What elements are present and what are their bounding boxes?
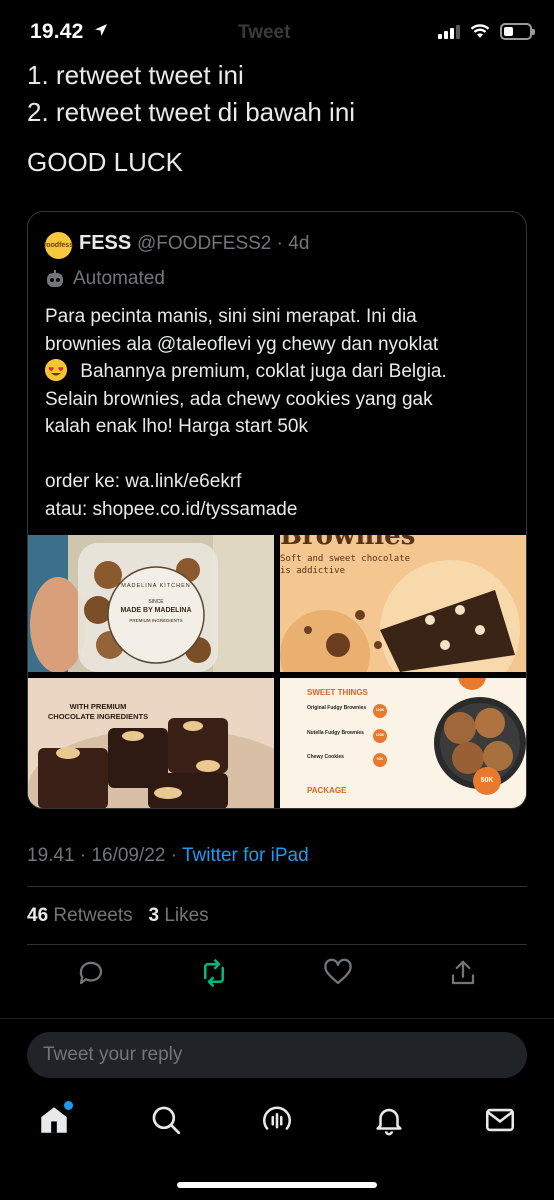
tab-messages[interactable] bbox=[483, 1103, 517, 1137]
likes-count: 3 bbox=[148, 905, 160, 926]
nav-title: Tweet bbox=[238, 22, 291, 43]
notification-dot bbox=[64, 1101, 73, 1110]
tweet-text-line-1: 1. retweet tweet ini bbox=[27, 60, 244, 90]
bottom-tab-bar bbox=[0, 1085, 554, 1155]
like-icon[interactable] bbox=[323, 958, 353, 988]
tweet-timestamp: 19.41 · 16/09/22 · Twitter for iPad bbox=[27, 845, 309, 867]
retweets-label: Retweets bbox=[53, 905, 133, 926]
avatar-logo-text: foodfess bbox=[43, 242, 74, 249]
media-image-brownies-poster[interactable]: Brownies Soft and sweet chocolate is add… bbox=[280, 535, 526, 672]
source-link[interactable]: Twitter for iPad bbox=[182, 845, 309, 866]
tab-spaces[interactable] bbox=[260, 1103, 294, 1137]
location-arrow-icon bbox=[94, 24, 107, 36]
brownies-plate-illustration bbox=[28, 678, 274, 808]
menu-price-badge: 50K bbox=[480, 777, 494, 784]
likes-stat[interactable]: 3 Likes bbox=[148, 905, 208, 926]
menu-item-price: 100K bbox=[375, 733, 385, 737]
tweet-text-line-3: GOOD LUCK bbox=[27, 147, 184, 177]
divider bbox=[27, 886, 527, 887]
body-line: Para pecinta manis, sini sini merapat. I… bbox=[45, 306, 417, 327]
retweet-icon[interactable] bbox=[199, 958, 229, 988]
body-line-link[interactable]: order ke: wa.link/e6ekrf bbox=[45, 468, 515, 496]
automated-text: Automated bbox=[73, 268, 165, 289]
media-image-menu[interactable]: SWEET THINGS Original Fudgy Brownies 100… bbox=[280, 678, 526, 808]
tweet-actions bbox=[0, 958, 554, 994]
status-time: 19.42 bbox=[30, 20, 108, 44]
body-line: Bahannya premium, coklat juga dari Belgi… bbox=[80, 361, 447, 382]
retweets-stat[interactable]: 46 Retweets bbox=[27, 905, 133, 926]
menu-section: PACKAGE bbox=[307, 786, 347, 795]
wifi-icon bbox=[470, 24, 490, 38]
poster-subtitle: Soft and sweet chocolate is addictive bbox=[280, 554, 411, 576]
heart-eyes-emoji-icon bbox=[45, 359, 67, 381]
search-icon bbox=[152, 1106, 181, 1135]
menu-item-name: Original Fudgy Brownies bbox=[307, 705, 367, 711]
quoted-tweet-body: Para pecinta manis, sini sini merapat. I… bbox=[45, 303, 515, 523]
tab-notifications[interactable] bbox=[372, 1103, 406, 1137]
body-line: brownies ala @taleoflevi yg chewy dan ny… bbox=[45, 333, 439, 355]
time-text: 19.42 bbox=[30, 20, 84, 43]
battery-icon bbox=[500, 23, 535, 40]
status-indicators bbox=[438, 23, 535, 40]
retweets-count: 46 bbox=[27, 905, 49, 926]
tab-home[interactable] bbox=[37, 1101, 73, 1137]
automated-label: Automated bbox=[45, 268, 165, 290]
plate-caption: WITH PREMIUM CHOCOLATE INGREDIENTS bbox=[47, 702, 149, 721]
body-line: Selain brownies, ada chewy cookies yang … bbox=[45, 388, 433, 410]
menu-title: SWEET THINGS bbox=[307, 688, 368, 697]
jar-label: MADELINA KITCHEN SINCE MADE BY MADELINA … bbox=[120, 583, 192, 623]
mail-icon bbox=[485, 1108, 515, 1132]
tweet-text-line-2: 2. retweet tweet di bawah ini bbox=[27, 97, 356, 127]
reply-input[interactable] bbox=[27, 1032, 527, 1078]
body-line: kalah enak lho! Harga start 50k bbox=[45, 416, 308, 437]
engagement-stats: 46 Retweets 3 Likes bbox=[27, 905, 209, 927]
menu-item-price: 50K bbox=[376, 757, 384, 761]
body-line-link[interactable]: atau: shopee.co.id/tyssamade bbox=[45, 496, 515, 524]
media-grid: MADELINA KITCHEN SINCE MADE BY MADELINA … bbox=[28, 535, 526, 808]
tab-search[interactable] bbox=[149, 1103, 183, 1137]
menu-item-price: 100K bbox=[375, 708, 385, 712]
divider bbox=[27, 944, 527, 945]
media-image-brownies-plate[interactable]: WITH PREMIUM CHOCOLATE INGREDIENTS bbox=[28, 678, 274, 808]
menu-item-name: Nutella Fudgy Brownies bbox=[307, 730, 364, 736]
home-indicator[interactable] bbox=[177, 1182, 377, 1188]
quoted-tweet-card[interactable]: foodfess FESS @FOODFESS2 · 4d Automated … bbox=[27, 211, 527, 809]
quoted-avatar[interactable]: foodfess bbox=[43, 232, 74, 259]
robot-icon bbox=[47, 270, 63, 287]
share-icon[interactable] bbox=[448, 958, 478, 988]
poster-title: Brownies bbox=[280, 535, 416, 551]
status-bar: 19.42 Tweet bbox=[0, 0, 554, 60]
media-image-jar[interactable]: MADELINA KITCHEN SINCE MADE BY MADELINA … bbox=[28, 535, 274, 672]
quoted-display-name[interactable]: FESS bbox=[79, 232, 131, 255]
cellular-signal-icon bbox=[438, 24, 460, 39]
likes-label: Likes bbox=[164, 905, 209, 926]
quoted-handle: @FOODFESS2 · 4d bbox=[137, 233, 310, 254]
timestamp-text: 19.41 · 16/09/22 · bbox=[27, 845, 182, 866]
bell-icon bbox=[376, 1108, 402, 1136]
menu-item-name: Chewy Cookies bbox=[307, 754, 344, 760]
spaces-icon bbox=[262, 1106, 292, 1130]
reply-icon[interactable] bbox=[76, 958, 106, 988]
